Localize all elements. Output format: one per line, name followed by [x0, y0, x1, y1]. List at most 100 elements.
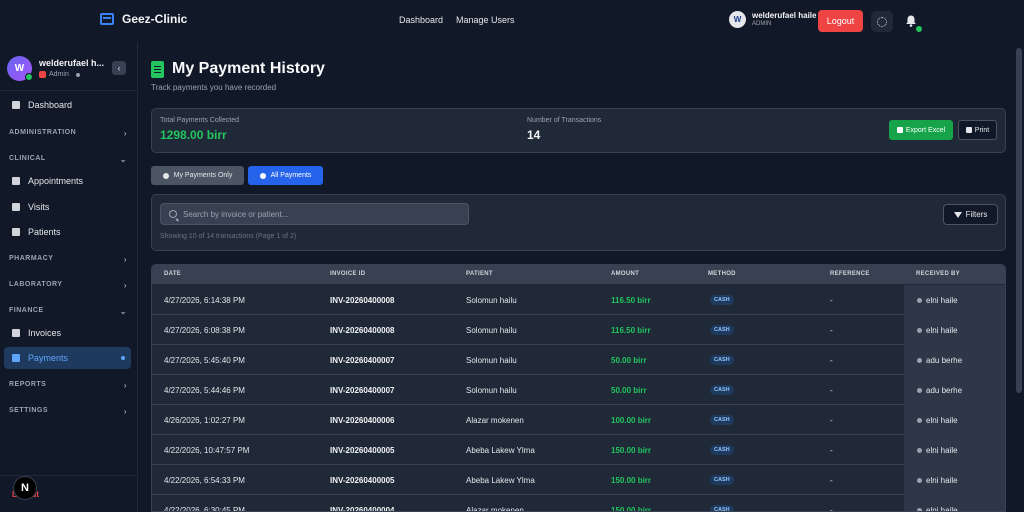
- cell-reference: -: [830, 476, 833, 485]
- section-label: PHARMACY: [9, 255, 54, 262]
- cell-invoice: INV-20260400007: [330, 386, 395, 395]
- page-scrollbar[interactable]: [1014, 42, 1024, 512]
- cell-amount: 100.00 birr: [611, 416, 652, 425]
- cell-invoice: INV-20260400006: [330, 416, 395, 425]
- button-label: Export Excel: [905, 126, 946, 134]
- sidebar-item-appointments[interactable]: Appointments: [4, 170, 131, 192]
- brand[interactable]: Geez-Clinic: [100, 12, 187, 26]
- table-row[interactable]: 4/22/2026, 6:54:33 PM INV-20260400005 Abeb…: [152, 465, 1005, 495]
- column-header-date[interactable]: DATE: [164, 271, 181, 277]
- user-role: ADMIN: [752, 21, 772, 27]
- column-header-patient[interactable]: PATIENT: [466, 271, 493, 277]
- scrollbar-thumb[interactable]: [1016, 48, 1022, 393]
- user-menu[interactable]: W welderufael haile ADMIN: [729, 11, 816, 28]
- sidebar: W welderufael h... Admin ‹ Dashboard ADM…: [0, 42, 138, 512]
- user-icon: [917, 418, 922, 423]
- cell-amount: 50.00 birr: [611, 356, 647, 365]
- table-header: DATE INVOICE ID PATIENT AMOUNT METHOD RE…: [152, 265, 1005, 284]
- cell-reference: -: [830, 446, 833, 455]
- theme-toggle-button[interactable]: [871, 11, 893, 32]
- calendar-icon: [12, 177, 20, 185]
- search-input[interactable]: [183, 209, 463, 219]
- logout-button[interactable]: Logout: [818, 10, 863, 32]
- cell-method-badge: CASH: [710, 415, 734, 425]
- table-row[interactable]: 4/22/2026, 6:30:45 PM INV-20260400004 Alaz…: [152, 495, 1005, 512]
- column-header-received-by[interactable]: RECEIVED BY: [916, 271, 960, 277]
- column-header-amount[interactable]: AMOUNT: [611, 271, 639, 277]
- sidebar-section-laboratory[interactable]: LABORATORY ›: [9, 281, 127, 290]
- sidebar-item-label: Dashboard: [28, 100, 73, 110]
- cell-received-by: adu berhe: [926, 356, 963, 365]
- profile-role: Admin: [39, 71, 104, 78]
- notification-dot: [916, 26, 922, 32]
- table-row[interactable]: 4/27/2026, 6:08:38 PM INV-20260400008 Solo…: [152, 315, 1005, 345]
- all-payments-toggle[interactable]: All Payments: [248, 166, 323, 185]
- total-value: 1298.00 birr: [160, 128, 227, 142]
- sidebar-section-pharmacy[interactable]: PHARMACY ›: [9, 255, 127, 264]
- print-button[interactable]: Print: [958, 120, 997, 140]
- home-icon: [12, 101, 20, 109]
- sidebar-section-clinical[interactable]: CLINICAL ⌄: [9, 155, 127, 164]
- button-label: Print: [974, 126, 990, 134]
- user-icon: [162, 172, 169, 179]
- table-row[interactable]: 4/22/2026, 10:47:57 PM INV-20260400005 Abe…: [152, 435, 1005, 465]
- cell-invoice: INV-20260400005: [330, 476, 395, 485]
- my-payments-toggle[interactable]: My Payments Only: [151, 166, 244, 185]
- cell-reference: -: [830, 386, 833, 395]
- page-subtitle: Track payments you have recorded: [151, 83, 277, 92]
- search-icon: [169, 210, 177, 218]
- sidebar-item-visits[interactable]: Visits: [4, 196, 131, 218]
- cell-reference: -: [830, 506, 833, 512]
- collapse-sidebar-button[interactable]: ‹: [112, 61, 126, 75]
- search-box[interactable]: [160, 203, 469, 225]
- export-excel-button[interactable]: Export Excel: [889, 120, 953, 140]
- cell-date: 4/22/2026, 6:54:33 PM: [164, 476, 245, 485]
- payments-table: DATE INVOICE ID PATIENT AMOUNT METHOD RE…: [151, 264, 1006, 512]
- cell-amount: 150.00 birr: [611, 476, 652, 485]
- section-label: SETTINGS: [9, 407, 49, 414]
- sidebar-item-label: Patients: [28, 227, 61, 237]
- sidebar-item-label: Visits: [28, 202, 50, 212]
- toggle-label: My Payments Only: [173, 172, 233, 179]
- cell-received-by: elni haile: [926, 446, 958, 455]
- chevron-right-icon: ›: [123, 129, 127, 138]
- count-value: 14: [527, 128, 541, 142]
- invoice-icon: [12, 329, 20, 337]
- column-header-reference[interactable]: REFERENCE: [830, 271, 870, 277]
- cell-received-by: adu berhe: [926, 386, 963, 395]
- eye-icon: [259, 172, 266, 179]
- cell-invoice: INV-20260400004: [330, 506, 395, 512]
- filters-button[interactable]: Filters: [943, 204, 998, 225]
- sidebar-item-dashboard[interactable]: Dashboard: [4, 94, 131, 116]
- table-row[interactable]: 4/27/2026, 5:45:40 PM INV-20260400007 Solo…: [152, 345, 1005, 375]
- section-label: ADMINISTRATION: [9, 129, 77, 136]
- user-icon: [917, 448, 922, 453]
- cell-amount: 150.00 birr: [611, 446, 652, 455]
- button-label: Filters: [965, 210, 988, 219]
- user-icon: [917, 478, 922, 483]
- cell-method-badge: CASH: [710, 355, 734, 365]
- sidebar-section-settings[interactable]: SETTINGS ›: [9, 407, 127, 416]
- sidebar-item-patients[interactable]: Patients: [4, 221, 131, 243]
- filter-card: Showing 10 of 14 transactions (Page 1 of…: [151, 194, 1006, 251]
- column-header-method[interactable]: METHOD: [708, 271, 736, 277]
- nav-manage-users-link[interactable]: Manage Users: [456, 15, 515, 25]
- table-row[interactable]: 4/27/2026, 6:14:38 PM INV-20260400008 Solo…: [152, 285, 1005, 315]
- sidebar-section-finance[interactable]: FINANCE ⌄: [9, 307, 127, 316]
- chevron-down-icon: ⌄: [119, 307, 127, 316]
- sidebar-section-reports[interactable]: REPORTS ›: [9, 381, 127, 390]
- sidebar-section-administration[interactable]: ADMINISTRATION ›: [9, 129, 127, 138]
- sidebar-item-invoices[interactable]: Invoices: [4, 322, 131, 344]
- column-header-invoice[interactable]: INVOICE ID: [330, 271, 365, 277]
- avatar: W: [7, 56, 33, 81]
- table-row[interactable]: 4/26/2026, 1:02:27 PM INV-20260400006 Alaz…: [152, 405, 1005, 435]
- dev-tools-badge[interactable]: N: [13, 476, 37, 500]
- cell-amount: 116.50 birr: [611, 296, 651, 305]
- cell-patient: Solomun hailu: [466, 386, 517, 395]
- nav-dashboard-link[interactable]: Dashboard: [399, 15, 443, 25]
- active-indicator: [121, 356, 125, 360]
- table-row[interactable]: 4/27/2026, 5:44:46 PM INV-20260400007 Solo…: [152, 375, 1005, 405]
- sidebar-item-payments[interactable]: Payments: [4, 347, 131, 369]
- user-icon: [917, 388, 922, 393]
- page-title: My Payment History: [172, 60, 325, 77]
